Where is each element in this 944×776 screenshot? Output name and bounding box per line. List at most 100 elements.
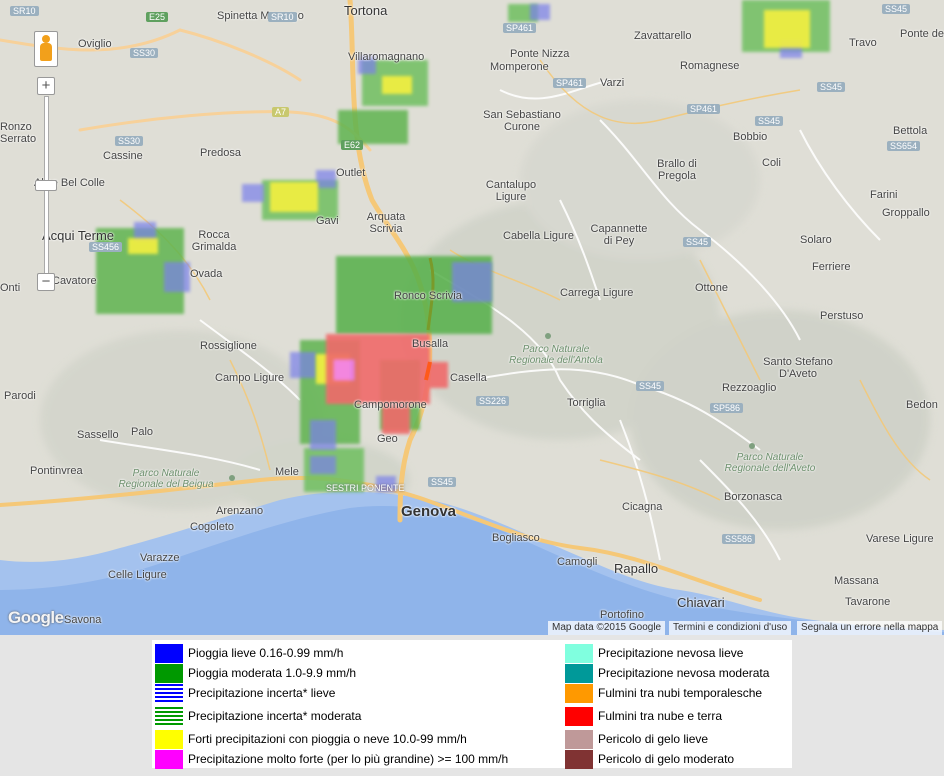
place-label: Massana	[834, 575, 879, 587]
terms-link[interactable]: Termini e condizioni d'uso	[669, 621, 792, 635]
place-label: Varzi	[600, 77, 625, 89]
legend-swatch	[155, 684, 183, 703]
legend-label: Forti precipitazioni con pioggia o neve …	[188, 732, 467, 746]
road-shield: SS30	[130, 48, 159, 58]
place-label: Onti	[0, 282, 21, 294]
place-label: Bedon	[906, 399, 938, 411]
road-shield: SS30	[115, 136, 144, 146]
place-label: Ronco Scrivia	[394, 290, 462, 302]
place-label: Cicagna	[622, 501, 663, 513]
legend-label: Fulmini tra nubi temporalesche	[598, 686, 763, 700]
road-shield: SS654	[887, 141, 921, 151]
place-label: Romagnese	[680, 60, 740, 72]
legend-swatch	[565, 664, 593, 683]
park-label: Parco Naturale Regionale dell'Antola	[509, 344, 603, 366]
road-shield: SS45	[683, 237, 712, 247]
place-label: Coli	[762, 157, 781, 169]
place-label: Rocca Grimalda	[191, 229, 237, 253]
legend-label: Precipitazione nevosa moderata	[598, 666, 770, 680]
place-label: Varazze	[140, 552, 180, 564]
zoom-in-button[interactable]: +	[37, 77, 55, 95]
place-label: Pontinvrea	[30, 465, 83, 477]
legend-label: Pioggia moderata 1.0-9.9 mm/h	[188, 666, 357, 680]
place-label: Oviglio	[78, 38, 112, 50]
road-shield: SS45	[755, 116, 784, 126]
park-label: Parco Naturale Regionale del Beigua	[118, 468, 214, 490]
place-label: Arenzano	[216, 505, 264, 517]
road-shield: SS45	[636, 381, 665, 391]
legend-swatch	[155, 730, 183, 749]
place-label: Geo	[377, 433, 398, 445]
place-label: Tortona	[344, 3, 388, 18]
place-label: Varese Ligure	[866, 533, 934, 545]
place-label: Serrato	[0, 133, 37, 145]
legend-swatch	[155, 707, 183, 726]
place-label: Rapallo	[614, 561, 659, 576]
place-label: Groppallo	[882, 207, 930, 219]
place-label: Portofino	[600, 609, 645, 621]
place-label: Bobbio	[733, 131, 768, 143]
road-shield: SP461	[687, 104, 721, 114]
place-label: Celle Ligure	[108, 569, 167, 581]
road-shield: E62	[341, 140, 364, 150]
road-shield: SS45	[428, 477, 457, 487]
road-shield: SR10	[10, 6, 39, 16]
place-label: Sassello	[77, 429, 119, 441]
place-label: Casella	[450, 372, 487, 384]
legend-swatch	[155, 644, 183, 663]
place-label: Capannette di Pey	[590, 223, 648, 247]
legend-label: Pioggia lieve 0.16-0.99 mm/h	[188, 646, 344, 660]
place-label: Rossiglione	[200, 340, 257, 352]
legend-swatch	[565, 750, 593, 769]
legend-label: Precipitazione nevosa lieve	[598, 646, 744, 660]
place-label: Mele	[275, 466, 299, 478]
road-shield: SP461	[503, 23, 537, 33]
google-logo[interactable]: Google	[8, 608, 64, 628]
legend-swatch	[565, 684, 593, 703]
legend: Pioggia lieve 0.16-0.99 mm/h Pioggia mode…	[152, 640, 792, 769]
place-label: Ronzo	[0, 121, 32, 133]
zoom-slider-thumb[interactable]	[35, 180, 57, 191]
road-shield: SR10	[268, 12, 297, 22]
legend-label: Fulmini tra nube e terra	[598, 709, 723, 723]
place-label: Solaro	[800, 234, 832, 246]
road-shield: SS456	[89, 242, 123, 252]
place-label: Brallo di Pregola	[657, 158, 697, 182]
place-label: Perstuso	[820, 310, 864, 322]
road-shield: SP586	[710, 403, 744, 413]
place-label: Tavarone	[845, 596, 891, 608]
road-shield: SS45	[817, 82, 846, 92]
road-shield: A7	[272, 107, 290, 117]
place-label: Farini	[870, 189, 898, 201]
road-shield: SP461	[553, 78, 587, 88]
place-label: Camogli	[557, 556, 598, 568]
place-label: Cavatore	[52, 275, 97, 287]
zoom-out-button[interactable]: −	[37, 273, 55, 291]
report-error-link[interactable]: Segnala un errore nella mappa	[797, 621, 943, 635]
map-base-layer	[0, 0, 944, 635]
map-data-attribution: Map data ©2015 Google	[548, 621, 666, 635]
place-label: Ovada	[190, 268, 223, 280]
place-label: Busalla	[412, 338, 449, 350]
place-label: Villaromagnano	[348, 51, 425, 63]
legend-label: Pericolo di gelo moderato	[598, 752, 735, 766]
street-view-pegman-icon[interactable]	[34, 31, 58, 67]
park-label: Parco Naturale Regionale dell'Aveto	[724, 452, 816, 474]
legend-swatch	[565, 644, 593, 663]
road-shield: SS226	[476, 396, 510, 406]
place-label: Palo	[131, 426, 154, 438]
weather-map[interactable]: Tortona Acqui Terme Chiavari Rapallo Gen…	[0, 0, 944, 635]
place-label: Ferriere	[812, 261, 851, 273]
road-shield: E25	[146, 12, 169, 22]
place-label: Predosa	[200, 147, 241, 159]
place-label-genova: Genova	[401, 503, 457, 520]
legend-label: Precipitazione molto forte (per lo più g…	[188, 752, 509, 766]
legend-swatch	[565, 707, 593, 726]
place-label: Outlet	[336, 167, 366, 179]
place-label: Campo Ligure	[215, 372, 285, 384]
legend-swatch	[155, 664, 183, 683]
place-label: Borzonasca	[724, 491, 783, 503]
place-label: Ottone	[695, 282, 729, 294]
legend-label: Precipitazione incerta* lieve	[188, 686, 336, 700]
place-label: Bettola	[893, 125, 928, 137]
